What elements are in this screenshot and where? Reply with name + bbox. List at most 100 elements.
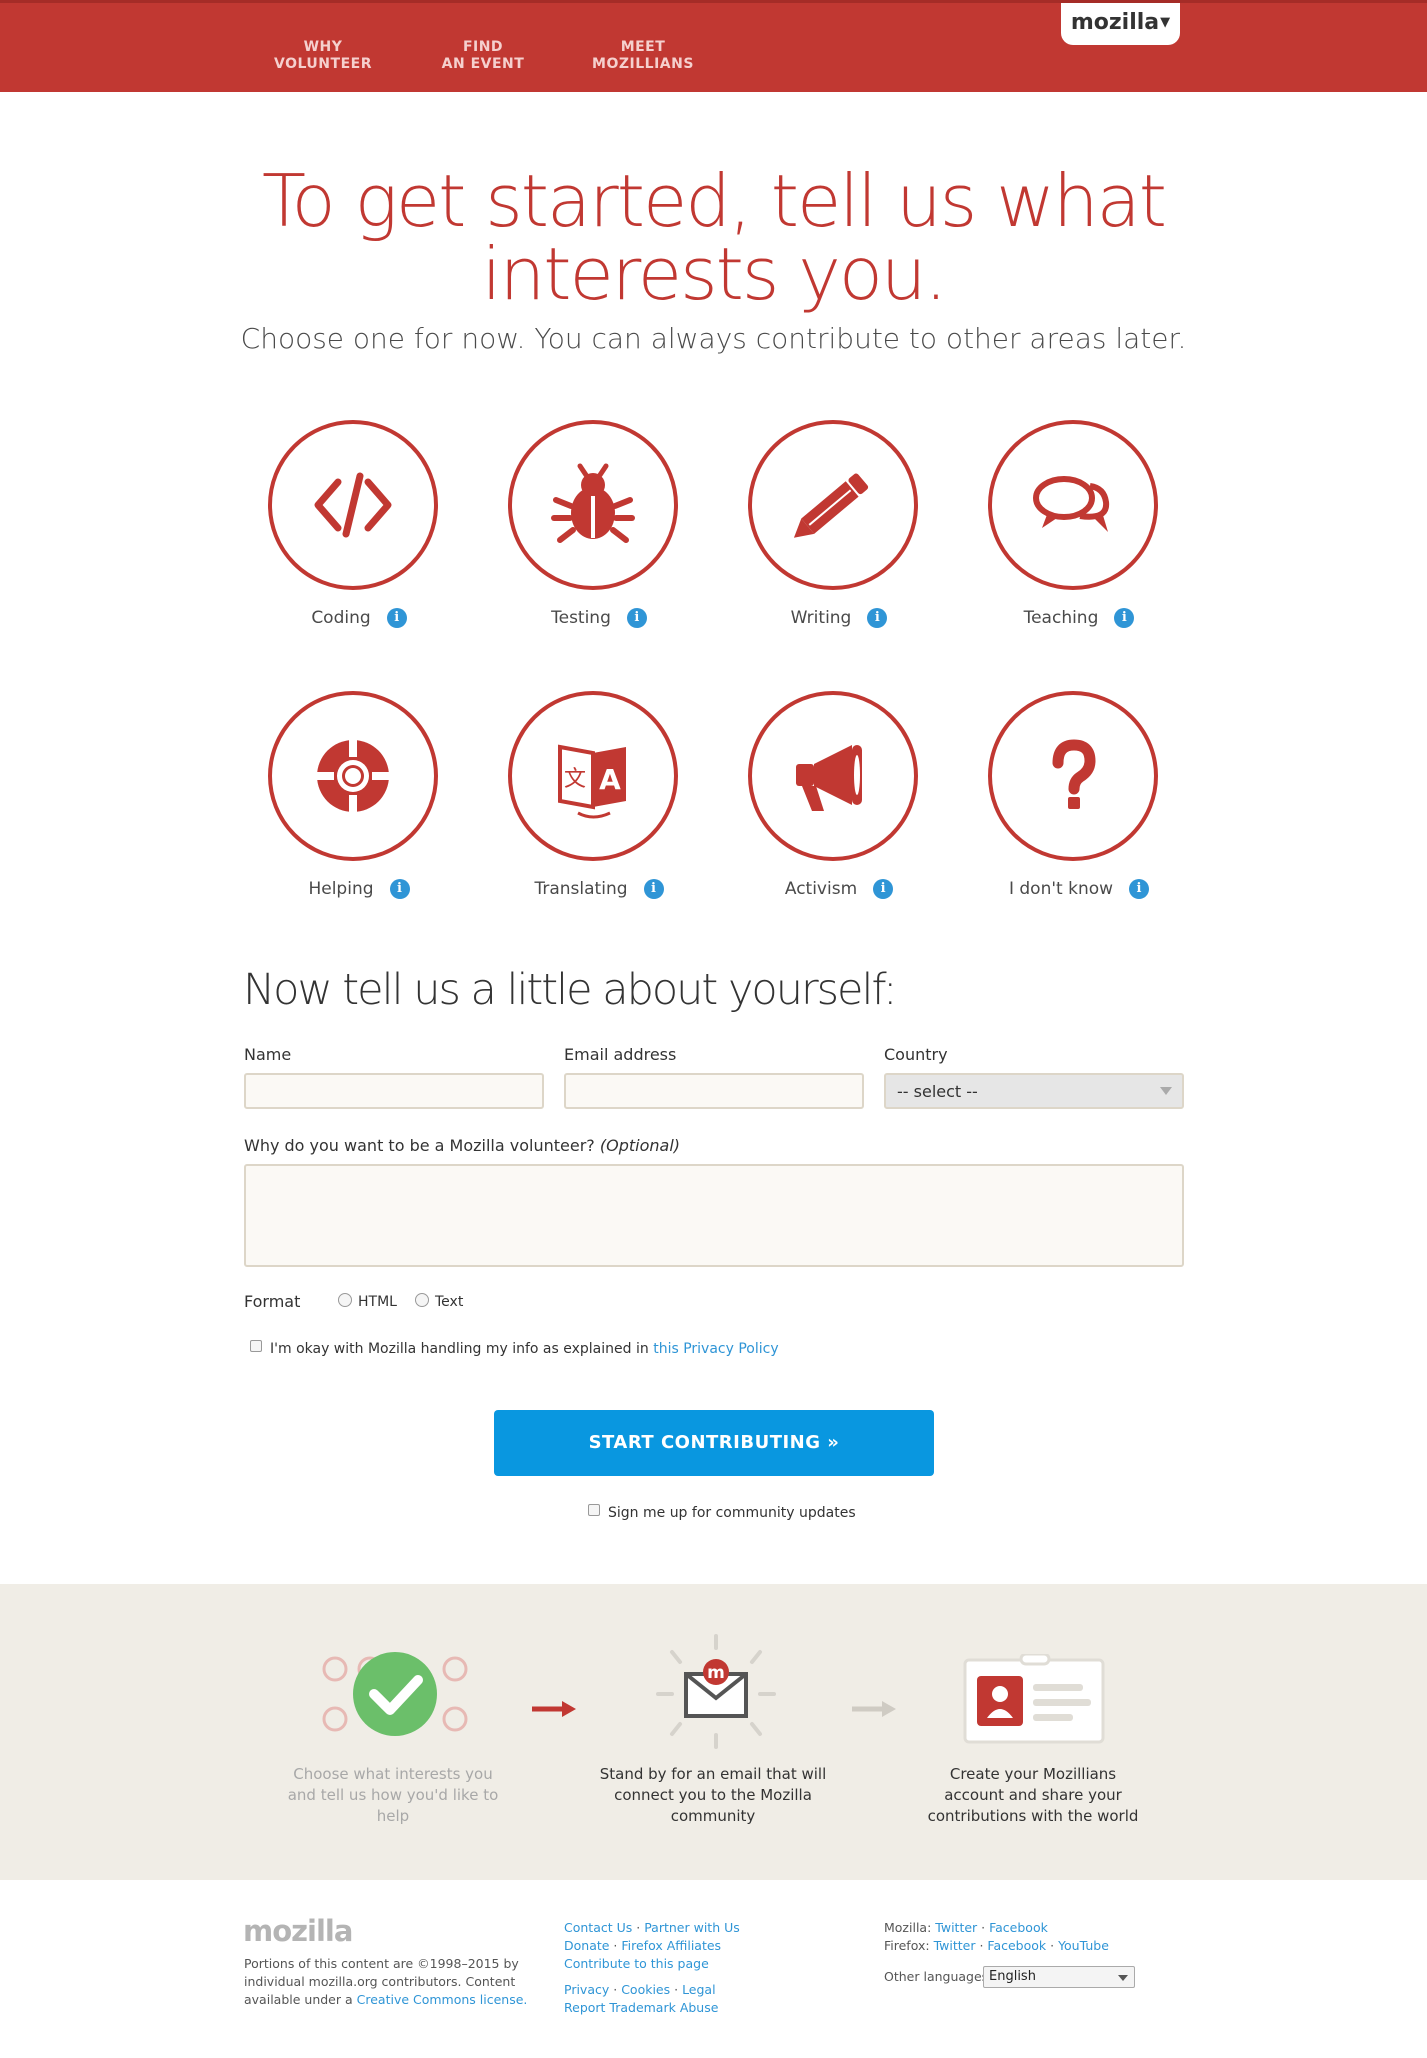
mozilla-facebook-link[interactable]: Facebook bbox=[989, 1920, 1048, 1935]
format-label: Format bbox=[244, 1292, 301, 1311]
legal-link[interactable]: Legal bbox=[682, 1982, 716, 1997]
svg-text:文: 文 bbox=[564, 767, 586, 792]
why-label: Why do you want to be a Mozilla voluntee… bbox=[244, 1136, 680, 1155]
mozilla-twitter-link[interactable]: Twitter bbox=[935, 1920, 977, 1935]
firefox-twitter-link[interactable]: Twitter bbox=[934, 1938, 976, 1953]
format-text-label: Text bbox=[435, 1294, 464, 1310]
footer-links-row: Privacy · Cookies · Legal bbox=[564, 1982, 716, 1997]
interest-helping[interactable]: Helping i bbox=[233, 691, 473, 899]
privacy-checkbox[interactable] bbox=[250, 1340, 262, 1352]
footer-links-row: Contribute to this page bbox=[564, 1955, 784, 1973]
affiliates-link[interactable]: Firefox Affiliates bbox=[621, 1938, 721, 1953]
nav-meet-mozillians[interactable]: MEET MOZILLIANS bbox=[578, 39, 708, 73]
interest-label-row: Testing i bbox=[473, 608, 713, 628]
page-title-line1: To get started, tell us what bbox=[261, 159, 1167, 243]
email-field[interactable] bbox=[564, 1073, 864, 1109]
interest-activism[interactable]: Activism i bbox=[713, 691, 953, 899]
interest-label: Testing bbox=[551, 608, 611, 628]
language-select[interactable]: English bbox=[983, 1966, 1135, 1988]
interest-circle bbox=[988, 420, 1158, 590]
chevron-down-icon: ▼ bbox=[1160, 15, 1171, 30]
interest-label: Activism bbox=[784, 879, 858, 899]
arrow-right-icon bbox=[532, 1701, 576, 1717]
info-icon[interactable]: i bbox=[626, 608, 647, 628]
interest-label-row: Helping i bbox=[233, 879, 473, 899]
page-title: To get started, tell us what interests y… bbox=[200, 165, 1227, 311]
page-title-line2: interests you. bbox=[481, 232, 948, 316]
interest-teaching[interactable]: Teaching i bbox=[953, 420, 1193, 628]
firefox-youtube-link[interactable]: YouTube bbox=[1058, 1938, 1109, 1953]
creative-commons-link[interactable]: Creative Commons license. bbox=[357, 1992, 528, 2007]
info-icon[interactable]: i bbox=[386, 608, 407, 628]
nav-find-an-event[interactable]: FIND AN EVENT bbox=[418, 39, 548, 73]
donate-link[interactable]: Donate bbox=[564, 1938, 609, 1953]
format-text-radio[interactable] bbox=[415, 1293, 429, 1307]
why-label-text: Why do you want to be a Mozilla voluntee… bbox=[244, 1136, 595, 1155]
info-icon[interactable]: i bbox=[643, 879, 664, 899]
nav-why-volunteer[interactable]: WHY VOLUNTEER bbox=[258, 39, 388, 73]
footer-links: Contact Us · Partner with Us Donate · Fi… bbox=[564, 1919, 784, 2017]
info-icon[interactable]: i bbox=[867, 608, 888, 628]
chat-bubbles-icon bbox=[1033, 476, 1110, 532]
interest-circle bbox=[748, 420, 918, 590]
country-select-value: -- select -- bbox=[897, 1082, 978, 1101]
interest-circle bbox=[748, 691, 918, 861]
info-icon[interactable]: i bbox=[1129, 879, 1150, 899]
interest-circle bbox=[268, 420, 438, 590]
report-trademark-link[interactable]: Report Trademark Abuse bbox=[564, 2000, 718, 2015]
step-1-text: Choose what interests you and tell us ho… bbox=[287, 1765, 499, 1825]
footer-logo: mozilla bbox=[243, 1914, 353, 1948]
footer-links-row: Report Trademark Abuse bbox=[564, 1999, 784, 2017]
format-html-radio[interactable] bbox=[338, 1293, 352, 1307]
privacy-text: I'm okay with Mozilla handling my info a… bbox=[270, 1341, 649, 1357]
interest-label-row: Translating i bbox=[473, 879, 713, 899]
interest-circle bbox=[268, 691, 438, 861]
interest-circle: 文 A bbox=[508, 691, 678, 861]
partner-link[interactable]: Partner with Us bbox=[644, 1920, 740, 1935]
privacy-policy-link[interactable]: this Privacy Policy bbox=[653, 1341, 778, 1357]
interest-label-row: Activism i bbox=[713, 879, 953, 899]
cookies-link[interactable]: Cookies bbox=[621, 1982, 670, 1997]
pencil-icon bbox=[793, 473, 869, 538]
interest-label: Helping bbox=[308, 879, 374, 899]
steps-band: m Choose what interests you and tell us … bbox=[0, 1584, 1427, 1880]
start-contributing-button[interactable]: START CONTRIBUTING » bbox=[494, 1410, 934, 1476]
interest-coding[interactable]: Coding i bbox=[233, 420, 473, 628]
interest-i-dont-know[interactable]: I don't know i bbox=[953, 691, 1193, 899]
interest-writing[interactable]: Writing i bbox=[713, 420, 953, 628]
footer-copyright: Portions of this content are ©1998–2015 … bbox=[244, 1955, 544, 2009]
community-updates-checkbox[interactable] bbox=[588, 1504, 600, 1516]
interest-label: Translating bbox=[534, 879, 628, 899]
nav-label-line2: MOZILLIANS bbox=[592, 56, 694, 72]
other-languages-label: Other languages: bbox=[884, 1969, 993, 1984]
info-icon[interactable]: i bbox=[389, 879, 410, 899]
checkmark-icon bbox=[322, 1652, 468, 1736]
email-label: Email address bbox=[564, 1045, 677, 1064]
interest-label-row: I don't know i bbox=[953, 879, 1193, 899]
why-textarea[interactable] bbox=[244, 1164, 1184, 1267]
info-icon[interactable]: i bbox=[1114, 608, 1135, 628]
interest-testing[interactable]: Testing i bbox=[473, 420, 713, 628]
question-mark-icon bbox=[1052, 739, 1096, 809]
nav-label-line1: MEET bbox=[620, 39, 666, 55]
mail-icon: m bbox=[656, 1634, 776, 1749]
country-select[interactable]: -- select -- bbox=[884, 1073, 1184, 1109]
contact-us-link[interactable]: Contact Us bbox=[564, 1920, 632, 1935]
firefox-facebook-link[interactable]: Facebook bbox=[987, 1938, 1046, 1953]
nav-label-line1: WHY bbox=[303, 39, 343, 55]
info-icon[interactable]: i bbox=[873, 879, 894, 899]
bug-icon bbox=[551, 463, 635, 543]
mozilla-tab[interactable]: mozilla▼ bbox=[1061, 3, 1180, 45]
privacy-consent-text: I'm okay with Mozilla handling my info a… bbox=[270, 1341, 779, 1357]
interest-label-row: Writing i bbox=[713, 608, 953, 628]
nav-label-line2: VOLUNTEER bbox=[274, 56, 372, 72]
format-html-label: HTML bbox=[358, 1294, 397, 1310]
interest-label: Teaching bbox=[1023, 608, 1099, 628]
interest-translating[interactable]: 文 A Translating i bbox=[473, 691, 713, 899]
interest-circle bbox=[508, 420, 678, 590]
site-header: WHY VOLUNTEER FIND AN EVENT MEET MOZILLI… bbox=[0, 0, 1427, 92]
contribute-link[interactable]: Contribute to this page bbox=[564, 1956, 709, 1971]
name-field[interactable] bbox=[244, 1073, 544, 1109]
privacy-link[interactable]: Privacy bbox=[564, 1982, 609, 1997]
footer-social: Mozilla: Twitter · Facebook Firefox: Twi… bbox=[884, 1919, 1184, 1955]
